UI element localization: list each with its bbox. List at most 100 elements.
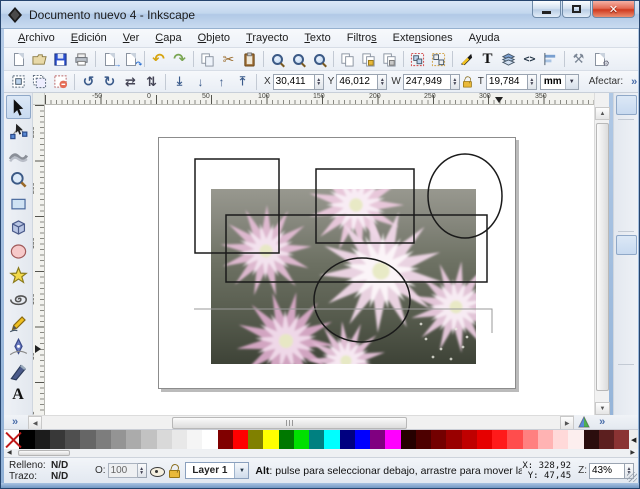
canvas-viewport[interactable] [45,105,594,415]
selector-button[interactable] [5,95,31,119]
color-swatch[interactable] [171,430,187,449]
scroll-down-arrow-icon[interactable]: ▼ [595,402,610,415]
unlink-clone-button[interactable] [379,50,400,69]
pencil-button[interactable] [6,311,31,335]
palette-scroll-left-icon[interactable]: ◀ [7,449,12,456]
save-document-button[interactable] [50,50,71,69]
toolbox-overflow-chevron[interactable]: » [12,416,18,428]
vertical-ruler[interactable]: 250200150100500 [33,105,45,415]
redo-button[interactable]: ↷ [169,50,190,69]
color-swatch[interactable] [492,430,508,449]
horizontal-scrollbar[interactable]: ◀ ▶ [28,415,575,430]
ungroup-button[interactable] [428,50,449,69]
color-swatch[interactable] [34,430,50,449]
opacity-field[interactable] [107,463,138,478]
snap-bbox-centers-button[interactable] [616,207,637,227]
width-spinner[interactable]: ▲ ▼ [450,73,460,90]
color-swatch[interactable] [339,430,355,449]
palette-scroll-thumb[interactable] [18,450,70,456]
color-swatch[interactable] [126,430,142,449]
select-all-button[interactable] [8,72,29,91]
color-swatch[interactable] [156,430,172,449]
color-swatch[interactable] [507,430,523,449]
color-swatch[interactable] [431,430,447,449]
3d-box-button[interactable] [6,215,31,239]
color-swatch[interactable] [553,430,569,449]
palette-arrow-icon[interactable]: ◀ [629,430,639,449]
color-swatch[interactable] [476,430,492,449]
create-clone-button[interactable] [358,50,379,69]
rect-object[interactable] [225,214,488,283]
color-swatch[interactable] [80,430,96,449]
rectangle-button[interactable] [6,191,31,215]
layer-visibility-eye-icon[interactable] [149,464,165,478]
menu-objeto[interactable]: Objeto [190,30,238,46]
scroll-up-arrow-icon[interactable]: ▲ [595,107,610,120]
snap-bbox-edges-button[interactable] [616,144,637,164]
color-swatch[interactable] [324,430,340,449]
fill-stroke-dialog-button[interactable] [456,50,477,69]
paste-button[interactable] [239,50,260,69]
layers-dialog-button[interactable] [498,50,519,69]
zoom-page-button[interactable] [309,50,330,69]
color-swatch[interactable] [293,430,309,449]
open-document-button[interactable] [29,50,50,69]
raise-button[interactable]: ↑ [211,72,232,91]
color-swatch[interactable] [65,430,81,449]
zoom-selection-button[interactable] [267,50,288,69]
undo-button[interactable]: ↶ [148,50,169,69]
color-swatch[interactable] [583,430,599,449]
bezier-pen-button[interactable] [6,335,31,359]
rotate-cw-button[interactable]: ↻ [99,72,120,91]
menu-ver[interactable]: Ver [115,30,148,46]
snap-smooth-nodes-button[interactable] [616,319,637,339]
menu-archivo[interactable]: Archivo [10,30,63,46]
text-button[interactable]: A [6,383,31,407]
calligraphy-button[interactable] [6,359,31,383]
menu-filtros[interactable]: Filtros [339,30,385,46]
menu-trayecto[interactable]: Trayecto [238,30,296,46]
x-field[interactable] [272,73,315,90]
color-swatch[interactable] [202,430,218,449]
horizontal-ruler[interactable]: -50 0 50 100 150 200 250 300 350 [45,93,594,105]
color-swatch[interactable] [354,430,370,449]
color-profile-icon[interactable] [577,415,591,429]
select-all-layers-button[interactable] [29,72,50,91]
snapbar-overflow-chevron[interactable]: » [599,416,605,428]
menu-capa[interactable]: Capa [147,30,189,46]
node-editor-button[interactable] [6,119,31,143]
color-swatch[interactable] [248,430,264,449]
zoom-drawing-button[interactable] [288,50,309,69]
lower-to-bottom-button[interactable]: ⤓ [169,72,190,91]
rect-object[interactable] [194,158,280,254]
width-field[interactable] [402,73,451,90]
height-spinner[interactable]: ▲ ▼ [527,73,537,90]
lock-ratio-icon[interactable] [462,76,472,88]
snap-paths-button[interactable] [616,256,637,276]
deselect-button[interactable] [50,72,71,91]
flip-vertical-button[interactable]: ⇅ [141,72,162,91]
import-button[interactable]: → [99,50,122,69]
palette-scroll-right-icon[interactable]: ▶ [630,449,635,456]
y-field[interactable] [336,73,379,90]
swatch-none[interactable] [4,430,20,449]
document-properties-button[interactable]: ⚙ [589,50,610,69]
window-resize-grip[interactable] [627,472,637,482]
height-field[interactable] [485,73,528,90]
copy-button[interactable] [197,50,218,69]
maximize-button[interactable] [562,1,591,18]
cut-button[interactable]: ✂ [218,50,239,69]
zoom-button[interactable] [6,167,31,191]
color-swatch[interactable] [446,430,462,449]
color-swatch[interactable] [370,430,386,449]
star-button[interactable] [6,263,31,287]
opacity-spinner[interactable]: ▲ ▼ [137,463,147,478]
enable-snapping-button[interactable] [615,95,637,115]
snap-path-intersections-button[interactable] [616,277,637,297]
scroll-right-arrow-icon[interactable]: ▶ [560,416,575,430]
color-swatch[interactable] [187,430,203,449]
flip-horizontal-button[interactable]: ⇄ [120,72,141,91]
text-dialog-button[interactable]: T [477,50,498,69]
ellipse-button[interactable] [6,239,31,263]
duplicate-button[interactable] [337,50,358,69]
